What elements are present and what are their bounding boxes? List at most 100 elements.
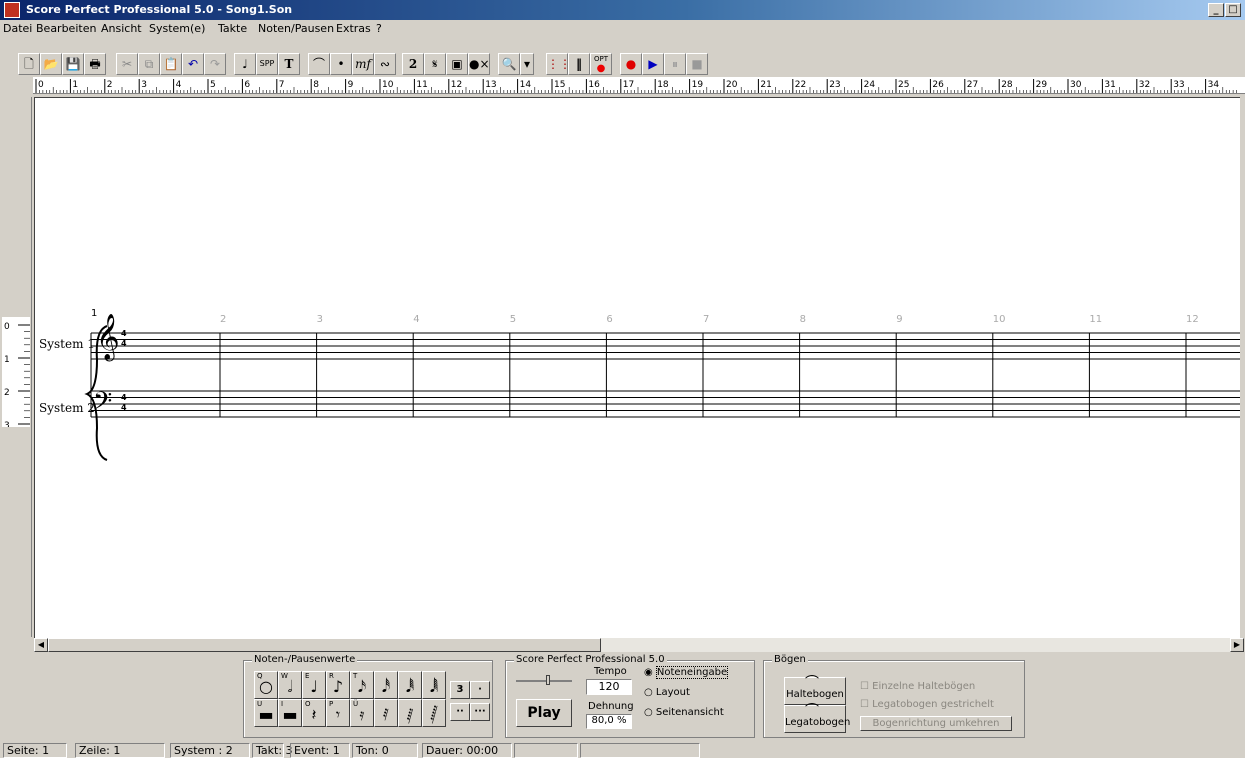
play-icon[interactable]: ▶ <box>642 53 664 75</box>
shortcut-key-label: I <box>281 700 284 708</box>
menu-bearbeiten[interactable]: Bearbeiten <box>36 22 96 35</box>
sixtyfourth-note-icon: 𝅘𝅥𝅱 <box>405 677 415 696</box>
text-tool-icon[interactable]: T <box>278 53 300 75</box>
dehnung-input[interactable]: 80,0 % <box>586 714 632 729</box>
stop-icon[interactable]: ■ <box>686 53 708 75</box>
play-button[interactable]: Play <box>516 699 572 727</box>
paste-icon[interactable]: 📋 <box>160 53 182 75</box>
redo-icon[interactable]: ↷ <box>204 53 226 75</box>
zoom-icon[interactable]: 🔍 <box>498 53 520 75</box>
double-dot-button[interactable]: ·· <box>450 703 470 721</box>
cut-icon[interactable]: ✂ <box>116 53 138 75</box>
sixtyfourth-rest-icon[interactable]: 𝅁 <box>398 699 422 727</box>
scroll-right-icon[interactable]: ▶ <box>1230 638 1244 652</box>
ornament-icon[interactable]: ∾ <box>374 53 396 75</box>
maximize-button[interactable]: □ <box>1225 3 1241 17</box>
triple-dot-button[interactable]: ··· <box>470 703 490 721</box>
shortcut-key-label: P <box>329 700 334 708</box>
measure-number: 12 <box>1186 314 1199 325</box>
shortcut-key-label: Q <box>257 672 263 680</box>
pause-icon[interactable]: ⏸ <box>664 53 686 75</box>
menu-extras[interactable]: Extras <box>336 22 371 35</box>
legatobogen-button[interactable]: ⌒ Legatobogen <box>784 703 850 733</box>
note-rest-icon[interactable]: ♩ <box>234 53 256 75</box>
save-icon[interactable]: 💾 <box>62 53 84 75</box>
measure-number: 6 <box>606 314 612 325</box>
ruler-label: 16 <box>588 80 600 90</box>
thirtysecond-rest-icon[interactable]: 𝅀 <box>374 699 398 727</box>
option-legato-gestrichelt[interactable]: ☐ Legatobogen gestrichelt <box>860 699 994 710</box>
shortcut-key-label: Ü <box>353 700 359 708</box>
sixteenth-note-icon[interactable]: T 𝅘𝅥𝅯 <box>350 671 374 699</box>
menu-noten-pausen[interactable]: Noten/Pausen <box>258 22 334 35</box>
mode-layout[interactable]: ○ Layout <box>644 687 690 698</box>
status-system: System : 2 <box>170 743 250 758</box>
scroll-left-icon[interactable]: ◀ <box>34 638 48 652</box>
eighth-rest-icon[interactable]: P 𝄾 <box>326 699 350 727</box>
zoom-dropdown-icon[interactable]: ▾ <box>520 53 534 75</box>
boegen-panel-title: Bögen <box>772 654 808 665</box>
erase-icon[interactable]: ●× <box>468 53 490 75</box>
tempo-input[interactable]: 120 <box>586 679 632 695</box>
opt-record-icon[interactable]: OPT ● <box>590 53 612 75</box>
record-icon[interactable]: ● <box>620 53 642 75</box>
thirtysecond-rest-icon: 𝅀 <box>383 705 389 724</box>
shortcut-key-label: E <box>305 672 310 680</box>
dot-button[interactable]: · <box>470 681 490 699</box>
print-icon[interactable]: 🖶 <box>84 53 106 75</box>
hundredtwentyeighth-rest-icon[interactable]: 𝅂 <box>422 699 446 727</box>
mode-seitenansicht-label: Seitenansicht <box>655 707 724 718</box>
undo-icon[interactable]: ↶ <box>182 53 204 75</box>
menu-takte[interactable]: Takte <box>218 22 247 35</box>
menu-ansicht[interactable]: Ansicht <box>101 22 142 35</box>
number-two-icon[interactable]: 2 <box>402 53 424 75</box>
image-icon[interactable]: ▣ <box>446 53 468 75</box>
slur-icon[interactable]: ⌒ <box>308 53 330 75</box>
status-event: Event: 1 <box>290 743 350 758</box>
system-2-label: System 2 <box>39 401 95 415</box>
horizontal-scrollbar[interactable]: ◀ ▶ <box>34 638 1244 652</box>
grid-icon[interactable]: ⋮⋮ <box>546 53 571 75</box>
bogenrichtung-button[interactable]: Bogenrichtung umkehren <box>860 716 1012 731</box>
whole-rest-icon[interactable]: U ▬ <box>254 699 278 727</box>
option-einzelne-haltebogen[interactable]: ☐ Einzelne Haltebögen <box>860 681 975 692</box>
spp-icon[interactable]: SPP <box>256 53 278 75</box>
score-canvas[interactable]: System 1 System 2 𝄞 𝄢 4 4 4 4 1234567891… <box>34 97 1240 638</box>
opt-label: OPT <box>593 55 608 63</box>
open-folder-icon[interactable]: 📂 <box>40 53 62 75</box>
triplet-button[interactable]: 3 <box>450 681 470 699</box>
pause-bars-icon[interactable]: ‖ <box>568 53 590 75</box>
half-rest-icon[interactable]: I ▬ <box>278 699 302 727</box>
ruler-label: 18 <box>657 80 669 90</box>
mode-noteneingabe[interactable]: ◉ Noteneingabe <box>644 666 729 679</box>
new-file-icon[interactable]: 🗋 <box>18 53 40 75</box>
minimize-button[interactable]: _ <box>1208 3 1224 17</box>
menu-bar: Datei Bearbeiten Ansicht System(e) Takte… <box>0 20 1245 38</box>
eighth-note-icon[interactable]: R ♪ <box>326 671 350 699</box>
menu-datei[interactable]: Datei <box>3 22 32 35</box>
status-empty-2 <box>580 743 700 758</box>
mode-seitenansicht[interactable]: ○ Seitenansicht <box>644 707 724 718</box>
menu-systeme[interactable]: System(e) <box>149 22 205 35</box>
sixteenth-rest-icon[interactable]: Ü 𝄿 <box>350 699 374 727</box>
scrollbar-thumb[interactable] <box>48 638 601 652</box>
sixtyfourth-note-icon[interactable]: 𝅘𝅥𝅱 <box>398 671 422 699</box>
whole-note-icon[interactable]: Q ○ <box>254 671 278 699</box>
staccato-dot-icon[interactable]: • <box>330 53 352 75</box>
half-note-icon[interactable]: W 𝅗𝅥 <box>278 671 302 699</box>
copy-icon[interactable]: ⧉ <box>138 53 160 75</box>
shortcut-key-label: U <box>257 700 263 708</box>
hundredtwentyeighth-note-icon[interactable]: 𝅘𝅥𝅲 <box>422 671 446 699</box>
tempo-slider[interactable] <box>516 675 572 687</box>
dynamics-mf-icon[interactable]: mf <box>352 53 374 75</box>
shortcut-key-label: W <box>281 672 288 680</box>
thirtysecond-note-icon[interactable]: 𝅘𝅥𝅰 <box>374 671 398 699</box>
ruler-label: 0 <box>38 80 44 90</box>
thirtysecond-note-icon: 𝅘𝅥𝅰 <box>381 677 391 696</box>
ruler-label: 21 <box>760 80 771 90</box>
quarter-note-icon[interactable]: E ♩ <box>302 671 326 699</box>
menu-help[interactable]: ? <box>376 22 382 35</box>
quarter-rest-icon[interactable]: O 𝄽 <box>302 699 326 727</box>
segno-icon[interactable]: 𝄋 <box>424 53 446 75</box>
record-dot-icon: ● <box>596 63 606 74</box>
